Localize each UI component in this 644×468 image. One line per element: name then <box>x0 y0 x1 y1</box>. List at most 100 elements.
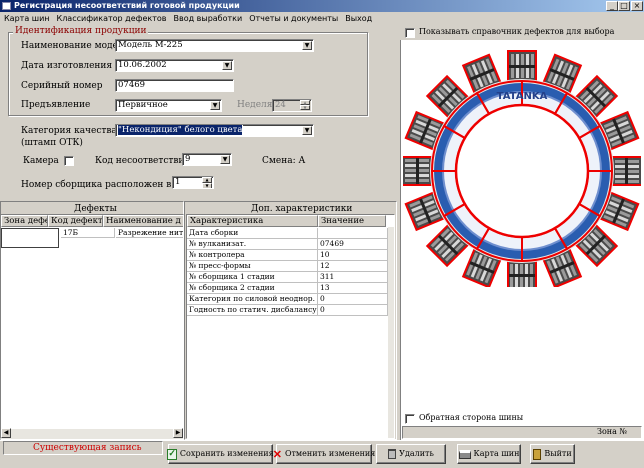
defects-grid[interactable]: Зона дефекта Код дефекта Наименование д … <box>0 214 184 439</box>
table-row[interactable]: № пресс-формы <box>187 261 318 272</box>
close-button[interactable]: × <box>631 1 643 11</box>
delete-button[interactable]: Удалить <box>376 444 446 464</box>
extra-grid[interactable]: Характеристика Значение Дата сборки № вул… <box>186 214 395 439</box>
tire-zone[interactable] <box>401 156 433 186</box>
table-cell-value[interactable]: 10 <box>318 250 388 261</box>
save-icon: ✓ <box>167 448 177 460</box>
table-row[interactable]: Категория по силовой неоднор. <box>187 294 318 305</box>
week-spinner[interactable]: 24 ▲ ▼ <box>272 99 312 112</box>
defect-name-cell[interactable]: Разрежение нитей <box>116 228 183 238</box>
table-cell-value[interactable] <box>318 228 388 239</box>
date-combo[interactable]: 10.06.2002 ▼ <box>115 59 234 72</box>
identification-legend: Идентификация продукции <box>13 26 149 36</box>
scroll-right-button[interactable]: ▶ <box>173 428 183 438</box>
table-cell-value[interactable]: 0 <box>318 294 388 305</box>
tire-zone[interactable] <box>611 156 643 186</box>
model-dropdown-button[interactable]: ▼ <box>302 41 312 50</box>
back-side-checkbox[interactable] <box>405 414 415 424</box>
menu-output-entry[interactable]: Ввод выработки <box>170 12 245 25</box>
assembler-zone-value: 1 <box>175 177 181 187</box>
show-defects-label: Показывать справочник дефектов для выбор… <box>419 27 615 36</box>
tire-diagram[interactable]: TATANKA <box>401 42 643 292</box>
assembler-zone-label: Номер сборщика расположен в зоне <box>21 180 196 190</box>
camera-label: Камера <box>23 156 59 166</box>
presentation-value: Первичное <box>118 100 168 110</box>
nonconformity-dropdown-button[interactable]: ▼ <box>220 155 230 164</box>
table-row[interactable]: Годность по статич. дисбалансу <box>187 305 318 316</box>
model-label: Наименование модели <box>21 41 130 51</box>
printer-icon <box>458 449 471 459</box>
table-row[interactable]: № контролера <box>187 250 318 261</box>
save-label: Сохранить изменения <box>179 449 274 458</box>
assembler-zone-down-button[interactable]: ▼ <box>202 183 212 188</box>
presentation-combo[interactable]: Первичное ▼ <box>115 99 222 112</box>
quality-category-value: "Некондиция" белого цвета <box>116 125 244 136</box>
defect-code-cell[interactable]: 17Б <box>61 228 115 238</box>
defects-col-name[interactable]: Наименование д <box>103 215 183 227</box>
week-label: Неделя <box>237 100 273 110</box>
trash-icon <box>388 449 397 459</box>
defects-col-zone[interactable]: Зона дефекта <box>1 215 48 227</box>
table-row[interactable]: Дата сборки <box>187 228 318 239</box>
minimize-button[interactable]: _ <box>606 1 618 11</box>
extra-vscrollbar[interactable] <box>388 227 394 438</box>
date-label: Дата изготовления <box>21 61 113 71</box>
table-cell-value[interactable]: 12 <box>318 261 388 272</box>
model-value: Модель М-225 <box>118 40 183 50</box>
table-row[interactable]: № сборщика 1 стадии <box>187 272 318 283</box>
tire-map-button[interactable]: Карта шин <box>457 444 521 464</box>
menu-defect-classifier[interactable]: Классификатор дефектов <box>54 12 170 25</box>
extra-col-characteristic[interactable]: Характеристика <box>187 215 318 227</box>
table-row[interactable]: № вулканизат. <box>187 239 318 250</box>
door-icon <box>533 448 542 460</box>
serial-input[interactable]: 07469 <box>115 79 234 92</box>
status-text: Существующая запись <box>33 443 142 453</box>
exit-label: Выйти <box>544 449 572 458</box>
assembler-zone-spinner[interactable]: 1 ▲ ▼ <box>172 176 214 189</box>
menu-tire-map[interactable]: Карта шин <box>1 12 53 25</box>
nonconformity-combo[interactable]: 9 ▼ <box>182 153 232 166</box>
table-row[interactable]: № сборщика 2 стадии <box>187 283 318 294</box>
quality-label-stamp: (штамп ОТК) <box>21 138 83 148</box>
cancel-button[interactable]: ✕ Отменить изменения <box>272 444 376 464</box>
week-value: 24 <box>275 100 286 110</box>
extra-col-value[interactable]: Значение <box>318 215 386 227</box>
tire-svg[interactable]: TATANKA <box>401 42 643 292</box>
app-icon <box>2 2 11 10</box>
nonconformity-label: Код несоответствия <box>95 156 191 166</box>
exit-button[interactable]: Выйти <box>530 444 575 464</box>
scroll-left-button[interactable]: ◀ <box>1 428 11 438</box>
model-combo[interactable]: Модель М-225 ▼ <box>115 39 314 52</box>
tire-zone[interactable] <box>507 260 537 292</box>
date-dropdown-button[interactable]: ▼ <box>222 61 232 70</box>
quality-label: Категория качества <box>21 126 117 136</box>
save-button[interactable]: ✓ Сохранить изменения <box>167 444 274 464</box>
table-cell-value[interactable]: 07469 <box>318 239 388 250</box>
cancel-label: Отменить изменения <box>284 449 376 458</box>
zone-number-label: Зона № <box>597 427 628 436</box>
show-defects-checkbox[interactable] <box>405 28 415 38</box>
camera-checkbox[interactable] <box>64 156 74 166</box>
table-cell-value[interactable]: 311 <box>318 272 388 283</box>
defects-col-code[interactable]: Код дефекта <box>48 215 103 227</box>
back-side-label: Обратная сторона шины <box>419 413 524 422</box>
menu-reports[interactable]: Отчеты и документы <box>246 12 341 25</box>
table-row[interactable] <box>1 228 59 248</box>
tire-zone[interactable] <box>507 50 537 82</box>
tire-rim-outline <box>454 103 590 239</box>
window-titlebar: Регистрация несоответствий готовой проду… <box>0 0 644 12</box>
maximize-button[interactable]: □ <box>618 1 630 11</box>
menu-exit[interactable]: Выход <box>342 12 375 25</box>
defects-hscrollbar[interactable] <box>1 428 183 439</box>
presentation-label: Предъявление <box>21 100 91 110</box>
cancel-icon: ✕ <box>272 447 282 461</box>
week-down-button[interactable]: ▼ <box>300 105 310 110</box>
serial-value: 07469 <box>118 80 146 90</box>
presentation-dropdown-button[interactable]: ▼ <box>210 101 220 110</box>
window-title: Регистрация несоответствий готовой проду… <box>14 1 240 10</box>
quality-dropdown-button[interactable]: ▼ <box>302 126 312 135</box>
table-cell-value[interactable]: 0 <box>318 305 388 316</box>
serial-label: Серийный номер <box>21 81 103 91</box>
quality-category-combo[interactable]: "Некондиция" белого цвета ▼ <box>115 124 314 137</box>
table-cell-value[interactable]: 13 <box>318 283 388 294</box>
